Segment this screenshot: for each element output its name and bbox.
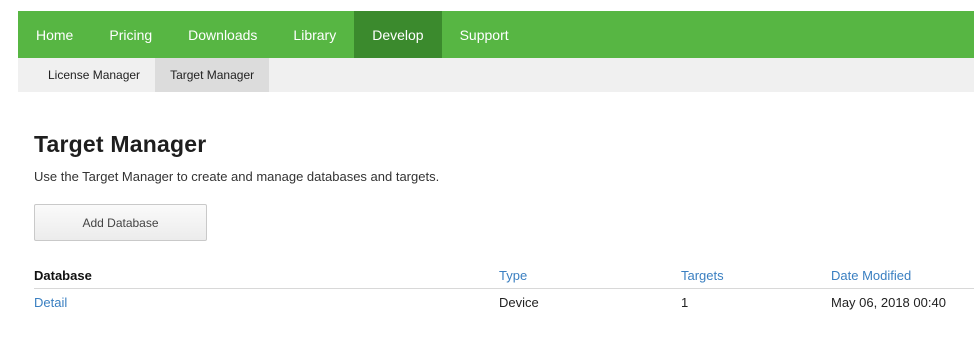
header-targets-sort-link[interactable]: Targets bbox=[681, 264, 831, 289]
database-table: Database Type Targets Date Modified Deta… bbox=[34, 264, 974, 316]
nav-item-support[interactable]: Support bbox=[442, 11, 527, 58]
cell-targets: 1 bbox=[681, 294, 689, 310]
table-row: Detail Device 1 May 06, 2018 00:40 bbox=[34, 288, 974, 316]
nav-item-downloads[interactable]: Downloads bbox=[170, 11, 275, 58]
page: Home Pricing Downloads Library Develop S… bbox=[0, 0, 974, 351]
header-type-sort-link[interactable]: Type bbox=[499, 264, 681, 289]
top-navigation: Home Pricing Downloads Library Develop S… bbox=[18, 11, 974, 58]
page-description: Use the Target Manager to create and man… bbox=[34, 169, 440, 184]
header-date-modified-sort-link[interactable]: Date Modified bbox=[831, 264, 974, 289]
table-header-row: Database Type Targets Date Modified bbox=[34, 264, 974, 289]
main-content: Target Manager Use the Target Manager to… bbox=[18, 131, 974, 316]
cell-date-modified: May 06, 2018 00:40 bbox=[831, 294, 946, 310]
cell-database: Detail bbox=[34, 288, 499, 316]
nav-item-develop[interactable]: Develop bbox=[354, 11, 442, 58]
database-link-detail[interactable]: Detail bbox=[34, 295, 67, 310]
nav-item-library[interactable]: Library bbox=[275, 11, 354, 58]
add-database-button[interactable]: Add Database bbox=[34, 204, 207, 241]
subnav-item-license-manager[interactable]: License Manager bbox=[18, 58, 155, 92]
header-database: Database bbox=[34, 264, 499, 289]
sub-navigation: License Manager Target Manager bbox=[18, 58, 974, 92]
cell-type: Device bbox=[499, 294, 539, 310]
nav-item-home[interactable]: Home bbox=[18, 11, 91, 58]
nav-item-pricing[interactable]: Pricing bbox=[91, 11, 170, 58]
page-title: Target Manager bbox=[34, 131, 207, 157]
subnav-item-target-manager[interactable]: Target Manager bbox=[155, 58, 270, 92]
